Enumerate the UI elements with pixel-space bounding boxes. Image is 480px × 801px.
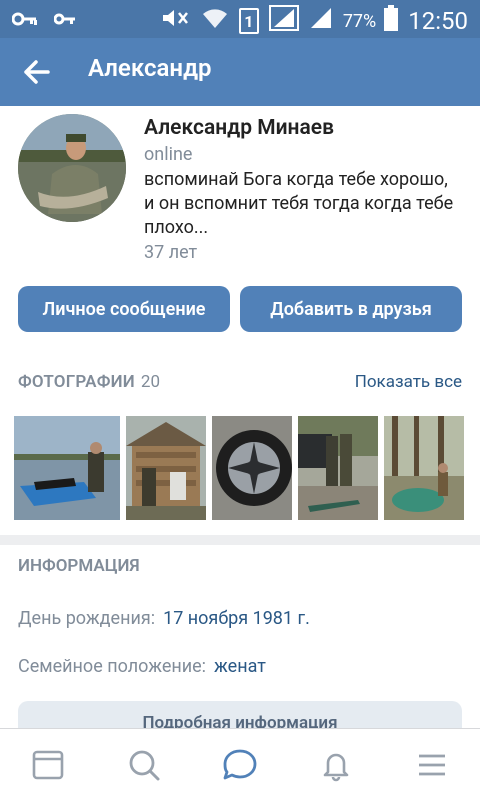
photo-strip (14, 416, 466, 520)
status-text: вспоминай Бога когда тебе хорошо, и он в… (144, 169, 454, 238)
search-icon (129, 750, 160, 781)
status-bar: 1 77% 12:50 (0, 0, 480, 38)
age: 37 лет (144, 242, 198, 263)
key-icon (53, 10, 76, 32)
photo-thumbnail[interactable] (384, 416, 464, 520)
send-message-button[interactable]: Личное сообщение (18, 286, 230, 332)
news-icon (32, 750, 64, 780)
photo-thumbnail[interactable] (298, 416, 378, 520)
tab-notifications[interactable] (314, 743, 358, 787)
photos-header: ФОТОГРАФИИ 20 Показать все (18, 372, 462, 394)
family-status-label: Семейное положение: (18, 656, 207, 677)
photos-label: ФОТОГРАФИИ (18, 372, 135, 392)
back-button[interactable] (22, 54, 50, 90)
birthday-row: День рождения: 17 ноября 1981 г. (18, 608, 310, 629)
bottom-tab-bar (0, 728, 480, 801)
tab-search[interactable] (122, 743, 166, 787)
battery-icon (384, 5, 399, 37)
signal-icon (268, 5, 299, 37)
add-friend-button[interactable]: Добавить в друзья (240, 286, 462, 332)
arrow-left-icon (24, 60, 50, 84)
birthday-value-link[interactable]: 17 ноября 1981 г. (163, 608, 310, 629)
sim-icon: 1 (238, 8, 259, 34)
avatar[interactable] (18, 114, 126, 222)
notifications-icon (323, 753, 349, 782)
family-status-row: Семейное положение: женат (18, 656, 266, 677)
online-status: online (144, 144, 193, 165)
clock: 12:50 (408, 7, 468, 35)
tab-menu[interactable] (410, 743, 454, 787)
photo-thumbnail[interactable] (212, 416, 292, 520)
photo-thumbnail[interactable] (14, 416, 120, 520)
photos-count: 20 (140, 372, 161, 392)
profile-name: Александр Минаев (144, 116, 334, 140)
page-title: Александр (88, 54, 212, 82)
signal-icon (309, 6, 333, 36)
birthday-label: День рождения: (18, 608, 156, 629)
battery-percent: 77% (342, 10, 377, 32)
family-status-value-link[interactable]: женат (214, 656, 266, 677)
tab-messages[interactable] (218, 743, 262, 787)
mute-icon (161, 6, 191, 36)
show-all-photos-link[interactable]: Показать все (355, 372, 462, 392)
messages-icon (223, 749, 257, 780)
tab-news[interactable] (26, 743, 70, 787)
app-bar: Александр (0, 38, 480, 106)
key-icon (11, 10, 38, 32)
section-divider (0, 535, 480, 545)
menu-icon (419, 754, 445, 776)
photo-thumbnail[interactable] (126, 416, 206, 520)
wifi-icon (201, 6, 229, 36)
info-section-title: ИНФОРМАЦИЯ (18, 556, 140, 576)
